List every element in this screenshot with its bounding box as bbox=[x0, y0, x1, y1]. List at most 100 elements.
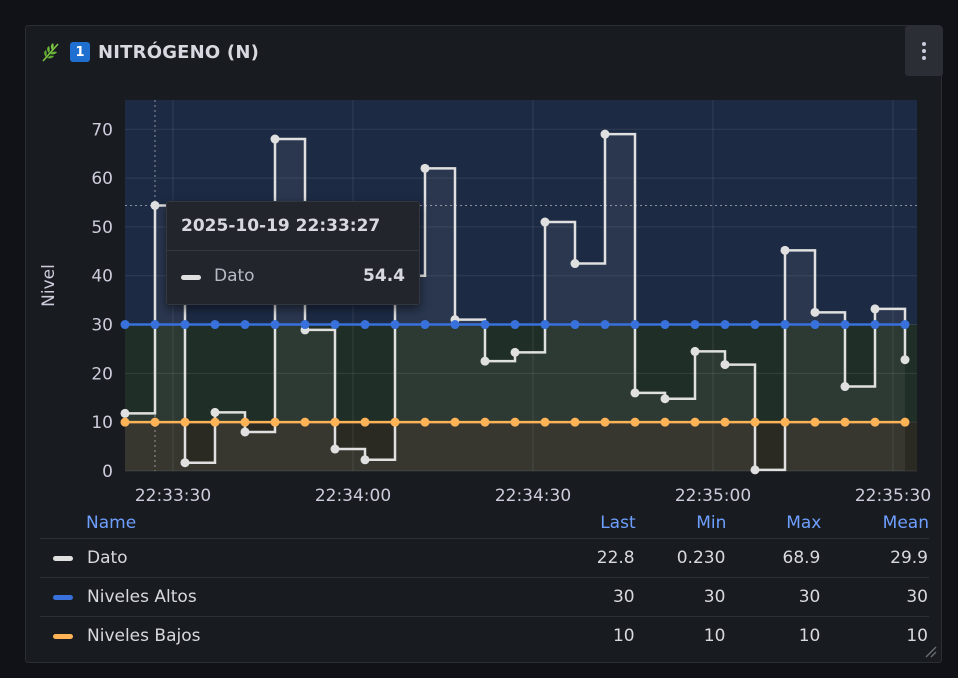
data-point-niveles-altos bbox=[150, 320, 160, 330]
data-point-dato bbox=[690, 346, 700, 356]
legend-row-dato[interactable]: Dato 22.8 0.230 68.9 29.9 bbox=[40, 538, 929, 578]
data-point-dato bbox=[480, 356, 490, 366]
data-point-niveles-bajos bbox=[870, 417, 880, 427]
data-point-niveles-bajos bbox=[240, 417, 250, 427]
data-point-niveles-altos bbox=[630, 320, 640, 330]
legend-header-row: Name Last Min Max Mean bbox=[40, 508, 929, 539]
legend-min: 30 bbox=[635, 577, 727, 617]
legend-row-niveles-bajos[interactable]: Niveles Bajos 10 10 10 10 bbox=[40, 616, 929, 655]
legend-row-niveles-altos[interactable]: Niveles Altos 30 30 30 30 bbox=[40, 577, 929, 617]
data-point-niveles-altos bbox=[480, 320, 490, 330]
data-point-niveles-bajos bbox=[540, 417, 550, 427]
legend-swatch bbox=[53, 594, 73, 600]
data-point-niveles-bajos bbox=[270, 417, 280, 427]
data-point-niveles-bajos bbox=[420, 417, 430, 427]
data-point-niveles-altos bbox=[810, 320, 820, 330]
data-point-niveles-altos bbox=[510, 320, 520, 330]
tooltip-series-value: 54.4 bbox=[363, 266, 405, 286]
tooltip-divider bbox=[167, 250, 419, 251]
hover-tooltip: 2025-10-19 22:33:27 Dato 54.4 bbox=[166, 201, 420, 305]
data-point-niveles-bajos bbox=[780, 417, 790, 427]
x-tick-label: 22:35:30 bbox=[855, 486, 931, 506]
legend-swatch bbox=[53, 633, 73, 639]
data-point-niveles-bajos bbox=[810, 417, 820, 427]
data-point-niveles-bajos bbox=[630, 417, 640, 427]
data-point-dato bbox=[780, 245, 790, 255]
legend-last: 22.8 bbox=[496, 538, 636, 578]
chart-panel: 1 NITRÓGENO (N) 0 10 20 30 40 50 60 70 22:33:30 2… bbox=[25, 25, 943, 663]
data-point-niveles-bajos bbox=[600, 417, 610, 427]
y-tick-label: 30 bbox=[91, 316, 113, 336]
data-point-niveles-bajos bbox=[660, 417, 670, 427]
data-point-niveles-bajos bbox=[690, 417, 700, 427]
y-tick-label: 50 bbox=[91, 218, 113, 238]
legend-header-min[interactable]: Min bbox=[636, 508, 726, 539]
data-point-niveles-bajos bbox=[180, 417, 190, 427]
data-point-dato bbox=[660, 394, 670, 404]
data-point-niveles-bajos bbox=[750, 417, 760, 427]
data-point-dato bbox=[570, 259, 580, 269]
legend-table: Name Last Min Max Mean Dato 22.8 0.230 6… bbox=[40, 508, 929, 655]
legend-last: 10 bbox=[496, 616, 636, 655]
data-point-niveles-bajos bbox=[150, 417, 160, 427]
x-tick-label: 22:34:30 bbox=[495, 486, 571, 506]
data-point-niveles-altos bbox=[210, 320, 220, 330]
legend-series-name[interactable]: Dato bbox=[87, 548, 128, 568]
data-point-niveles-altos bbox=[660, 320, 670, 330]
data-point-dato bbox=[420, 163, 430, 173]
data-point-dato bbox=[810, 307, 820, 317]
legend-mean: 29.9 bbox=[821, 538, 929, 578]
legend-header-name[interactable]: Name bbox=[40, 508, 496, 539]
data-point-niveles-altos bbox=[120, 320, 130, 330]
time-series-chart[interactable]: 0 10 20 30 40 50 60 70 22:33:30 22:34:00 22:34:30 2… bbox=[26, 26, 941, 506]
resize-handle-icon[interactable] bbox=[923, 644, 937, 658]
legend-header-max[interactable]: Max bbox=[726, 508, 821, 539]
data-point-niveles-altos bbox=[360, 320, 370, 330]
data-point-niveles-bajos bbox=[450, 417, 460, 427]
data-point-niveles-bajos bbox=[720, 417, 730, 427]
data-point-dato bbox=[330, 444, 340, 454]
data-point-niveles-bajos bbox=[480, 417, 490, 427]
data-point-dato bbox=[150, 200, 160, 210]
data-point-niveles-altos bbox=[750, 320, 760, 330]
data-point-dato bbox=[630, 388, 640, 398]
data-point-niveles-altos bbox=[690, 320, 700, 330]
legend-header-mean[interactable]: Mean bbox=[821, 508, 929, 539]
data-point-dato bbox=[210, 407, 220, 417]
data-point-niveles-altos bbox=[900, 320, 910, 330]
data-point-niveles-altos bbox=[270, 320, 280, 330]
y-tick-label: 40 bbox=[91, 267, 113, 287]
y-tick-label: 60 bbox=[91, 169, 113, 189]
data-point-niveles-altos bbox=[300, 320, 310, 330]
legend-max: 10 bbox=[726, 616, 822, 655]
legend-swatch bbox=[53, 555, 73, 561]
data-point-niveles-altos bbox=[720, 320, 730, 330]
data-point-niveles-bajos bbox=[510, 417, 520, 427]
data-point-niveles-altos bbox=[450, 320, 460, 330]
legend-min: 0.230 bbox=[635, 538, 727, 578]
data-point-niveles-bajos bbox=[900, 417, 910, 427]
x-tick-label: 22:35:00 bbox=[675, 486, 751, 506]
data-point-niveles-bajos bbox=[120, 417, 130, 427]
legend-min: 10 bbox=[635, 616, 727, 655]
x-tick-label: 22:33:30 bbox=[135, 486, 211, 506]
data-point-niveles-bajos bbox=[570, 417, 580, 427]
y-tick-label: 0 bbox=[102, 462, 113, 482]
legend-header-last[interactable]: Last bbox=[496, 508, 635, 539]
legend-series-name[interactable]: Niveles Bajos bbox=[87, 626, 200, 646]
legend-series-name[interactable]: Niveles Altos bbox=[87, 587, 197, 607]
tooltip-time: 2025-10-19 22:33:27 bbox=[181, 216, 381, 236]
data-point-niveles-altos bbox=[540, 320, 550, 330]
data-point-niveles-bajos bbox=[330, 417, 340, 427]
data-point-dato bbox=[180, 458, 190, 468]
y-tick-label: 70 bbox=[91, 120, 113, 140]
data-point-dato bbox=[120, 408, 130, 418]
y-axis-label: Nivel bbox=[39, 264, 59, 307]
data-point-dato bbox=[270, 134, 280, 144]
data-point-dato bbox=[900, 355, 910, 365]
data-point-dato bbox=[840, 382, 850, 392]
y-tick-label: 20 bbox=[91, 364, 113, 384]
data-point-niveles-bajos bbox=[390, 417, 400, 427]
data-point-dato bbox=[510, 347, 520, 357]
data-point-niveles-altos bbox=[600, 320, 610, 330]
